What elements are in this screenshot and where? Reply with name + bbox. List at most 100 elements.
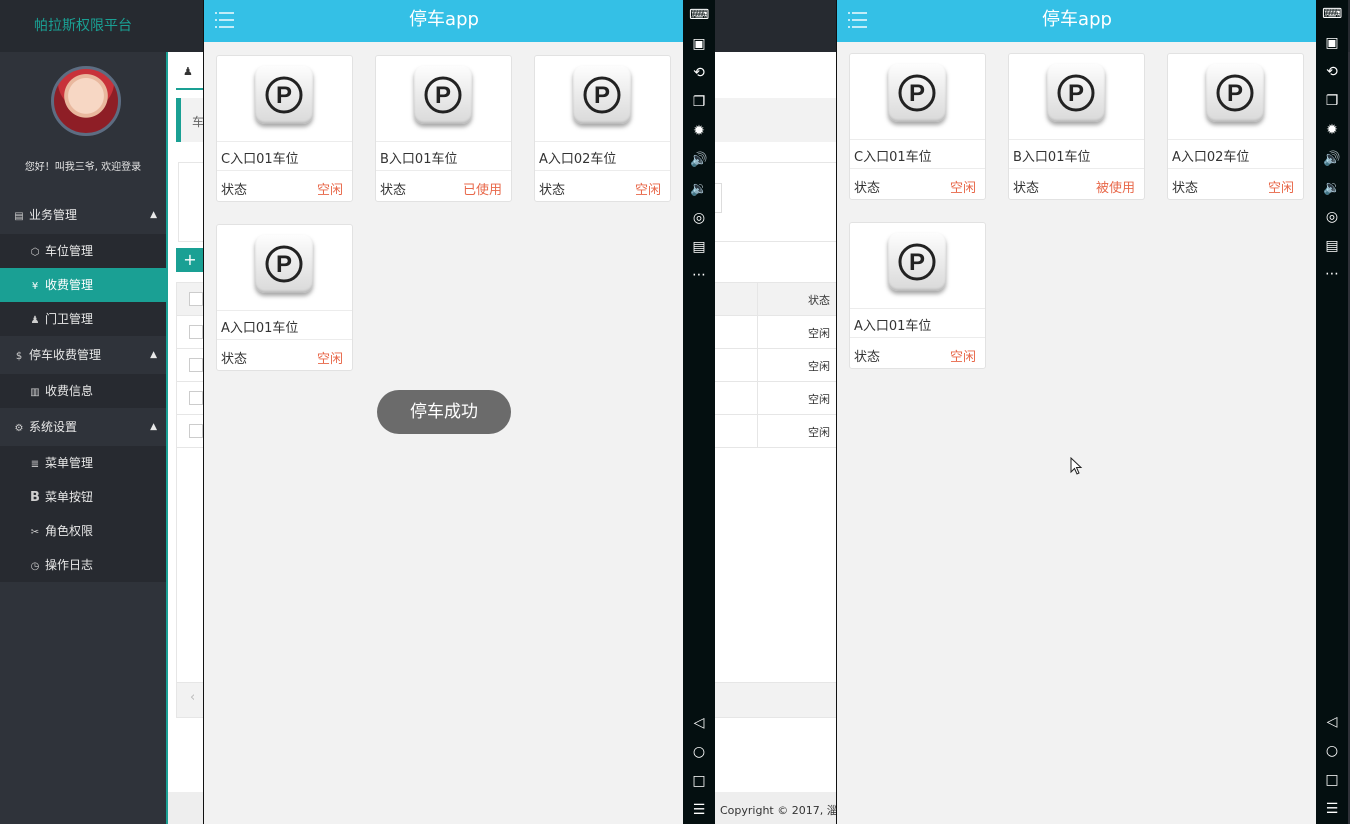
back-icon[interactable]: ◁ xyxy=(1322,712,1342,732)
avatar[interactable] xyxy=(51,66,121,136)
recents-icon[interactable]: □ xyxy=(689,771,709,791)
recents-icon[interactable]: □ xyxy=(1322,770,1342,790)
settings-icon[interactable]: ✹ xyxy=(689,121,709,141)
divider xyxy=(535,170,670,171)
settings-icon[interactable]: ✹ xyxy=(1322,120,1342,140)
sidebar-item-label: 角色权限 xyxy=(45,524,94,538)
volume-up-icon[interactable]: 🔊 xyxy=(1322,149,1342,169)
sidebar-item-charges[interactable]: ¥ 收费管理 xyxy=(0,268,166,302)
sidebar-item-business[interactable]: ▤ 业务管理 ▲ xyxy=(0,198,166,232)
card-image: P xyxy=(1168,54,1303,140)
yen-icon: ¥ xyxy=(31,281,39,292)
copyright-text: Copyright © 2017, 淄博 xyxy=(720,804,836,817)
screenshot-icon[interactable]: ▣ xyxy=(1322,33,1342,53)
sidebar-item-menu-buttons[interactable]: B 菜单按钮 xyxy=(0,480,166,514)
keyboard-icon[interactable]: ⌨ xyxy=(1322,4,1342,24)
window-icon[interactable]: ❐ xyxy=(689,92,709,112)
phone-screen-1: 停车app P C入口01车位 状态 空闲 P B入口01车位 状态 已使用 P… xyxy=(203,0,684,824)
window-icon[interactable]: ❐ xyxy=(1322,91,1342,111)
sidebar-item-label: 业务管理 xyxy=(29,208,78,222)
card-state-label: 状态 xyxy=(221,352,248,367)
sidebar-item-fee-info[interactable]: ▥ 收费信息 xyxy=(0,374,166,408)
user-icon: ♟ xyxy=(183,65,193,78)
parking-icon: P xyxy=(255,235,313,293)
sidebar-item-role-permissions[interactable]: ✂ 角色权限 xyxy=(0,514,166,548)
admin-brand[interactable]: 帕拉斯权限平台 xyxy=(0,0,166,52)
card-image: P xyxy=(217,56,352,142)
parking-card[interactable]: P A入口02车位 状态 空闲 xyxy=(534,55,671,202)
pager-prev-button[interactable]: ‹ xyxy=(190,690,195,705)
sidebar-item-label: 菜单按钮 xyxy=(45,490,94,504)
menu-icon[interactable]: ☰ xyxy=(689,800,709,820)
sidebar-item-operation-log[interactable]: ◷ 操作日志 xyxy=(0,548,166,582)
more-icon[interactable]: ⋯ xyxy=(1322,264,1342,284)
svg-text:P: P xyxy=(276,82,292,109)
parking-card[interactable]: P A入口01车位 状态 空闲 xyxy=(216,224,353,371)
row-checkbox[interactable] xyxy=(189,325,203,339)
keyboard-icon[interactable]: ⌨ xyxy=(689,5,709,25)
select-all-checkbox[interactable] xyxy=(189,292,203,306)
row-checkbox[interactable] xyxy=(189,391,203,405)
divider xyxy=(1168,168,1303,169)
sidebar-item-system-settings[interactable]: ⚙ 系统设置 ▲ xyxy=(0,410,166,444)
folder-icon[interactable]: ▤ xyxy=(689,237,709,257)
cube-icon: ⬡ xyxy=(30,247,40,258)
parking-card[interactable]: P C入口01车位 状态 空闲 xyxy=(849,53,986,200)
parking-icon: P xyxy=(888,233,946,291)
gear-icon: ⚙ xyxy=(14,423,24,434)
volume-down-icon[interactable]: 🔉 xyxy=(689,179,709,199)
welcome-text: 您好！叫我三爷, 欢迎登录 xyxy=(24,162,142,173)
divider xyxy=(850,168,985,169)
parking-card[interactable]: P C入口01车位 状态 空闲 xyxy=(216,55,353,202)
volume-up-icon[interactable]: 🔊 xyxy=(689,150,709,170)
card-state-label: 状态 xyxy=(854,181,881,196)
sidebar-item-label: 菜单管理 xyxy=(45,456,94,470)
state-column-header: 状态 xyxy=(808,294,830,307)
rotate-icon[interactable]: ⟲ xyxy=(1322,62,1342,82)
clock-icon: ◷ xyxy=(30,561,40,572)
parking-icon: P xyxy=(255,66,313,124)
svg-text:P: P xyxy=(1068,80,1084,107)
location-icon[interactable]: ◎ xyxy=(1322,207,1342,227)
back-icon[interactable]: ◁ xyxy=(689,713,709,733)
parking-card[interactable]: P B入口01车位 状态 已使用 xyxy=(375,55,512,202)
sidebar-item-label: 收费信息 xyxy=(45,384,94,398)
parking-card[interactable]: P B入口01车位 状态 被使用 xyxy=(1008,53,1145,200)
svg-text:P: P xyxy=(276,251,292,278)
table-cell-state: 空闲 xyxy=(808,426,830,439)
divider xyxy=(217,339,352,340)
sidebar-item-parking-spaces[interactable]: ⬡ 车位管理 xyxy=(0,234,166,268)
phone-screen-2: 停车app P C入口01车位 状态 空闲 P B入口01车位 状态 被使用 P… xyxy=(836,0,1317,824)
home-icon[interactable]: ○ xyxy=(689,742,709,762)
svg-text:P: P xyxy=(1227,80,1243,107)
user-icon: ♟ xyxy=(30,315,40,326)
location-icon[interactable]: ◎ xyxy=(689,208,709,228)
card-image: P xyxy=(217,225,352,311)
row-checkbox[interactable] xyxy=(189,358,203,372)
row-checkbox[interactable] xyxy=(189,424,203,438)
card-state-label: 状态 xyxy=(1172,181,1199,196)
emulator-toolbar-2: ⌨ ▣ ⟲ ❐ ✹ 🔊 🔉 ◎ ▤ ⋯ ◁ ○ □ ☰ xyxy=(1316,0,1348,824)
caret-up-icon: ▲ xyxy=(150,422,157,432)
table-cell-state: 空闲 xyxy=(808,393,830,406)
sidebar-item-guard[interactable]: ♟ 门卫管理 xyxy=(0,302,166,336)
folder-icon[interactable]: ▤ xyxy=(1322,236,1342,256)
clipboard-icon: ▤ xyxy=(14,211,24,222)
parking-icon: P xyxy=(1047,64,1105,122)
add-button[interactable]: + xyxy=(176,248,204,272)
screenshot-icon[interactable]: ▣ xyxy=(689,34,709,54)
sidebar-item-menu-management[interactable]: ≣ 菜单管理 xyxy=(0,446,166,480)
parking-icon: P xyxy=(414,66,472,124)
card-image: P xyxy=(850,54,985,140)
parking-card[interactable]: P A入口02车位 状态 空闲 xyxy=(1167,53,1304,200)
volume-down-icon[interactable]: 🔉 xyxy=(1322,178,1342,198)
sidebar-item-parking-fees[interactable]: $ 停车收费管理 ▲ xyxy=(0,338,166,372)
more-icon[interactable]: ⋯ xyxy=(689,265,709,285)
menu-icon[interactable]: ☰ xyxy=(1322,799,1342,819)
card-name: A入口01车位 xyxy=(221,321,299,336)
emulator-toolbar-1: ⌨ ▣ ⟲ ❐ ✹ 🔊 🔉 ◎ ▤ ⋯ ◁ ○ □ ☰ xyxy=(683,0,715,824)
home-icon[interactable]: ○ xyxy=(1322,741,1342,761)
rotate-icon[interactable]: ⟲ xyxy=(689,63,709,83)
svg-text:P: P xyxy=(594,82,610,109)
parking-card[interactable]: P A入口01车位 状态 空闲 xyxy=(849,222,986,369)
